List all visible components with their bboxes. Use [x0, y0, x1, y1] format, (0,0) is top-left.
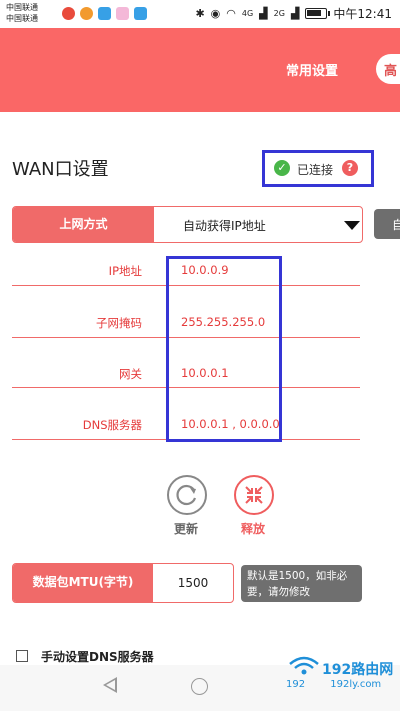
wifi-icon: ◠: [226, 7, 236, 20]
home-icon[interactable]: [191, 678, 208, 695]
carrier-labels: 中国联通 中国联通: [6, 2, 38, 24]
app-icon: [116, 7, 129, 20]
back-icon-inner: [106, 680, 115, 690]
carrier-2: 中国联通: [6, 14, 38, 23]
bluetooth-icon: ✱: [195, 7, 205, 20]
ip-address-label: IP地址: [108, 264, 142, 278]
release-button[interactable]: [234, 475, 274, 515]
renew-button[interactable]: [167, 475, 207, 515]
signal-icon: ▟: [259, 7, 268, 20]
clock: 中午12:41: [333, 7, 392, 21]
send-alt-icon: [134, 7, 147, 20]
mtu-input[interactable]: [153, 564, 233, 602]
collapse-arrows-icon: [245, 486, 263, 504]
help-icon[interactable]: ?: [342, 160, 358, 176]
values-highlight-box: [166, 256, 282, 442]
side-button[interactable]: 自: [374, 209, 400, 239]
eye-icon: ◉: [210, 7, 221, 20]
check-icon: ✓: [274, 160, 290, 176]
subnet-mask-label: 子网掩码: [96, 316, 142, 330]
dns-server-label: DNS服务器: [82, 418, 142, 432]
battery-fill: [307, 10, 322, 16]
mtu-field: 数据包MTU(字节): [12, 563, 234, 603]
connection-type-select[interactable]: 上网方式 自动获得IP地址: [12, 206, 363, 243]
nav-advanced-settings[interactable]: 高: [376, 54, 400, 84]
status-right: ✱ ◉ ◠ 4G ▟ 2G ▟ 中午12:41: [195, 5, 392, 22]
gateway-label: 网关: [119, 367, 142, 381]
signal-alt-icon: ▟: [290, 7, 300, 20]
signal-2g-label: 2G: [273, 9, 285, 18]
wifi-logo-icon: [289, 656, 319, 675]
watermark-prefix: 192: [286, 679, 306, 690]
manual-dns-label[interactable]: 手动设置DNS服务器: [41, 648, 154, 665]
connection-type-value[interactable]: 自动获得IP地址: [183, 217, 266, 234]
weibo-icon: [62, 7, 75, 20]
renew-label[interactable]: 更新: [174, 520, 198, 537]
app-screen: 中国联通 中国联通 ✱ ◉ ◠ 4G ▟ 2G ▟ 中午12:41 常用设置 高…: [0, 0, 400, 711]
mtu-label: 数据包MTU(字节): [13, 564, 153, 602]
signal-4g-label: 4G: [241, 9, 254, 18]
carrier-1: 中国联通: [6, 3, 38, 12]
mtu-hint: 默认是1500，如非必要，请勿修改: [241, 565, 362, 602]
send-icon: [98, 7, 111, 20]
battery-icon: [305, 8, 331, 19]
refresh-icon: [176, 484, 197, 506]
weibo-alt-icon: [80, 7, 93, 20]
chevron-down-icon[interactable]: [344, 221, 360, 230]
connection-status: 已连接: [297, 163, 334, 177]
watermark-brand: 192路由网: [322, 662, 394, 678]
release-label[interactable]: 释放: [241, 520, 265, 537]
manual-dns-checkbox[interactable]: [16, 650, 28, 662]
app-header: 常用设置 高: [0, 28, 400, 112]
nav-common-settings[interactable]: 常用设置: [286, 60, 338, 79]
notification-icons: [62, 7, 147, 20]
watermark-url: 192 192ly.com: [286, 679, 381, 690]
status-bar: 中国联通 中国联通 ✱ ◉ ◠ 4G ▟ 2G ▟ 中午12:41: [0, 0, 400, 28]
watermark-domain: 192ly.com: [330, 679, 382, 690]
connection-type-label: 上网方式: [13, 207, 154, 242]
page-title: WAN口设置: [12, 159, 109, 180]
